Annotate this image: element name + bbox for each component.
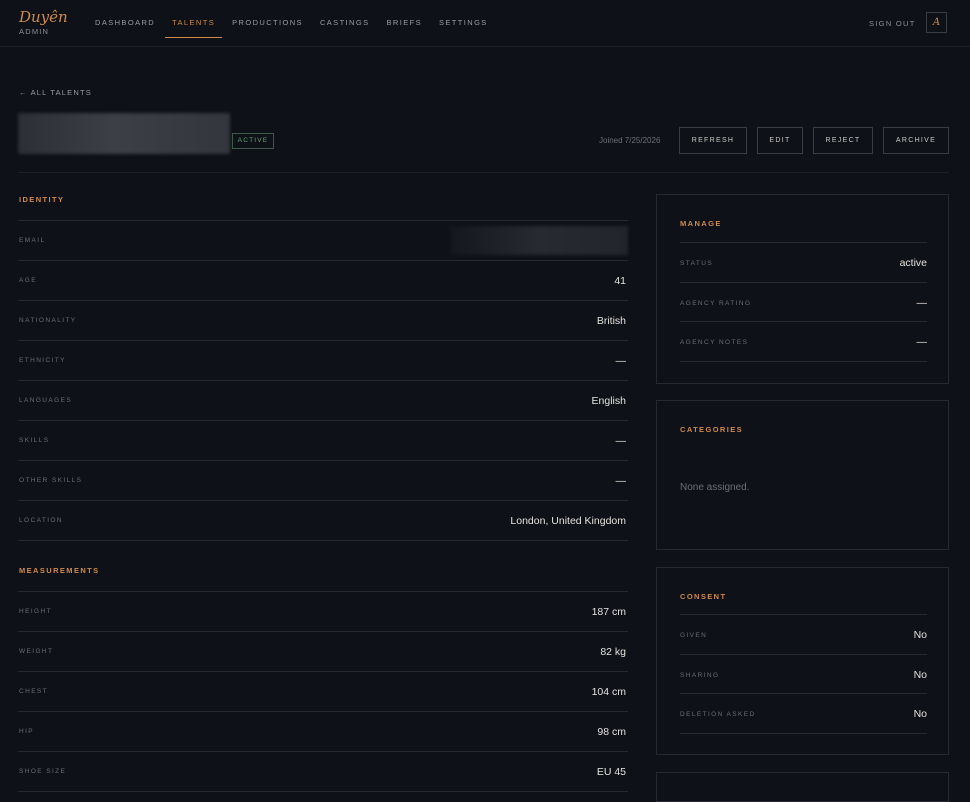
- row-value: London, United Kingdom: [510, 515, 626, 527]
- nav-talents[interactable]: TALENTS: [165, 0, 223, 38]
- row-value: English: [591, 395, 626, 407]
- edit-button[interactable]: EDIT: [757, 127, 803, 154]
- row-value: —: [615, 475, 627, 487]
- row-value: No: [913, 668, 927, 681]
- consent-card-title: CONSENT: [680, 592, 727, 601]
- identity-section-title: IDENTITY: [19, 195, 65, 204]
- row-value: No: [913, 629, 927, 641]
- manage-card: MANAGE STATUS active AGENCY RATING — AGE…: [656, 194, 949, 384]
- row-value: 104 cm: [591, 686, 626, 698]
- row-label: AGENCY RATING: [680, 299, 752, 307]
- row-value: 187 cm: [591, 606, 626, 618]
- row-label: EMAIL: [19, 237, 46, 244]
- nav-dashboard[interactable]: DASHBOARD: [88, 0, 162, 38]
- row-value: —: [615, 435, 627, 447]
- brand-subtitle: ADMIN: [19, 27, 50, 36]
- row-label: NATIONALITY: [19, 317, 77, 324]
- manage-row-status[interactable]: STATUS active: [680, 243, 927, 283]
- row-value: 41: [614, 275, 626, 287]
- row-value: 82 kg: [600, 646, 626, 658]
- row-label: HEIGHT: [19, 608, 52, 615]
- consent-list: GIVEN No SHARING No DELETION ASKED No: [680, 614, 927, 734]
- row-value: active: [899, 257, 927, 269]
- top-navigation-bar: Duyên ADMIN DASHBOARD TALENTS PRODUCTION…: [0, 0, 970, 47]
- row-label: LOCATION: [19, 517, 63, 524]
- joined-date: Joined 7/25/2026: [599, 136, 661, 145]
- next-card: [656, 772, 949, 802]
- row-label: WEIGHT: [19, 648, 54, 655]
- talent-name-redacted: [18, 113, 230, 154]
- row-label: GIVEN: [680, 632, 708, 639]
- measurement-row-weight: WEIGHT 82 kg: [18, 632, 628, 672]
- row-label: AGENCY NOTES: [680, 339, 749, 346]
- identity-row-other-skills: OTHER SKILLS —: [18, 461, 628, 501]
- row-value: British: [596, 315, 626, 327]
- row-label: STATUS: [680, 260, 714, 267]
- categories-card: CATEGORIES None assigned.: [656, 400, 949, 550]
- row-label: ETHNICITY: [19, 357, 66, 364]
- consent-row-given: GIVEN No: [680, 615, 927, 655]
- row-label: AGE: [19, 277, 37, 284]
- identity-row-email: EMAIL: [18, 221, 628, 261]
- row-label: SHARING: [680, 671, 720, 679]
- archive-button[interactable]: ARCHIVE: [883, 127, 949, 154]
- row-label: HIP: [19, 728, 35, 735]
- measurement-row-shoe-size: SHOE SIZE EU 45: [18, 752, 628, 792]
- identity-row-skills: SKILLS —: [18, 421, 628, 461]
- refresh-button[interactable]: REFRESH: [679, 127, 747, 154]
- identity-row-ethnicity: ETHNICITY —: [18, 341, 628, 381]
- measurement-row-chest: CHEST 104 cm: [18, 672, 628, 712]
- row-value: —: [615, 355, 627, 367]
- row-label: DELETION ASKED: [680, 711, 756, 718]
- email-value-redacted: [450, 226, 628, 255]
- nav-settings[interactable]: SETTINGS: [432, 0, 495, 38]
- identity-row-languages: LANGUAGES English: [18, 381, 628, 421]
- consent-card: CONSENT GIVEN No SHARING No DELETION ASK…: [656, 567, 949, 755]
- manage-list: STATUS active AGENCY RATING — AGENCY NOT…: [680, 242, 927, 362]
- row-label: OTHER SKILLS: [19, 477, 83, 484]
- row-label: LANGUAGES: [19, 397, 73, 404]
- measurements-list: HEIGHT 187 cm WEIGHT 82 kg CHEST 104 cm …: [18, 591, 628, 792]
- manage-card-title: MANAGE: [680, 219, 722, 228]
- identity-list: EMAIL AGE 41 NATIONALITY British ETHNICI…: [18, 220, 628, 541]
- measurement-row-hip: HIP 98 cm: [18, 712, 628, 752]
- row-value: —: [916, 296, 928, 309]
- identity-row-nationality: NATIONALITY British: [18, 301, 628, 341]
- avatar[interactable]: A: [926, 12, 947, 33]
- sign-out-link[interactable]: SIGN OUT: [869, 19, 916, 28]
- row-label: CHEST: [19, 688, 49, 695]
- row-label: SKILLS: [19, 437, 50, 444]
- nav-productions[interactable]: PRODUCTIONS: [225, 0, 310, 38]
- row-value: 98 cm: [597, 726, 626, 738]
- identity-row-age: AGE 41: [18, 261, 628, 301]
- status-badge: ACTIVE: [232, 133, 274, 149]
- consent-row-sharing: SHARING No: [680, 655, 927, 694]
- manage-row-agency-notes[interactable]: AGENCY NOTES —: [680, 322, 927, 362]
- brand-logo[interactable]: Duyên ADMIN: [19, 8, 68, 36]
- row-value: —: [916, 336, 928, 348]
- nav-castings[interactable]: CASTINGS: [313, 0, 377, 38]
- consent-row-deletion-asked: DELETION ASKED No: [680, 694, 927, 734]
- reject-button[interactable]: REJECT: [813, 127, 873, 154]
- row-value: No: [913, 708, 927, 720]
- brand-name: Duyên: [19, 8, 68, 26]
- measurements-section-title: MEASUREMENTS: [19, 566, 100, 575]
- main-nav: DASHBOARD TALENTS PRODUCTIONS CASTINGS B…: [88, 0, 498, 46]
- categories-empty-text: None assigned.: [680, 482, 750, 493]
- nav-briefs[interactable]: BRIEFS: [380, 0, 430, 38]
- categories-card-title: CATEGORIES: [680, 425, 744, 434]
- divider: [18, 172, 949, 173]
- row-label: SHOE SIZE: [19, 768, 67, 775]
- back-to-all-talents-link[interactable]: ← ALL TALENTS: [19, 88, 92, 97]
- identity-row-location: LOCATION London, United Kingdom: [18, 501, 628, 541]
- measurement-row-height: HEIGHT 187 cm: [18, 592, 628, 632]
- row-value: EU 45: [596, 766, 626, 778]
- manage-row-agency-rating[interactable]: AGENCY RATING —: [680, 283, 928, 322]
